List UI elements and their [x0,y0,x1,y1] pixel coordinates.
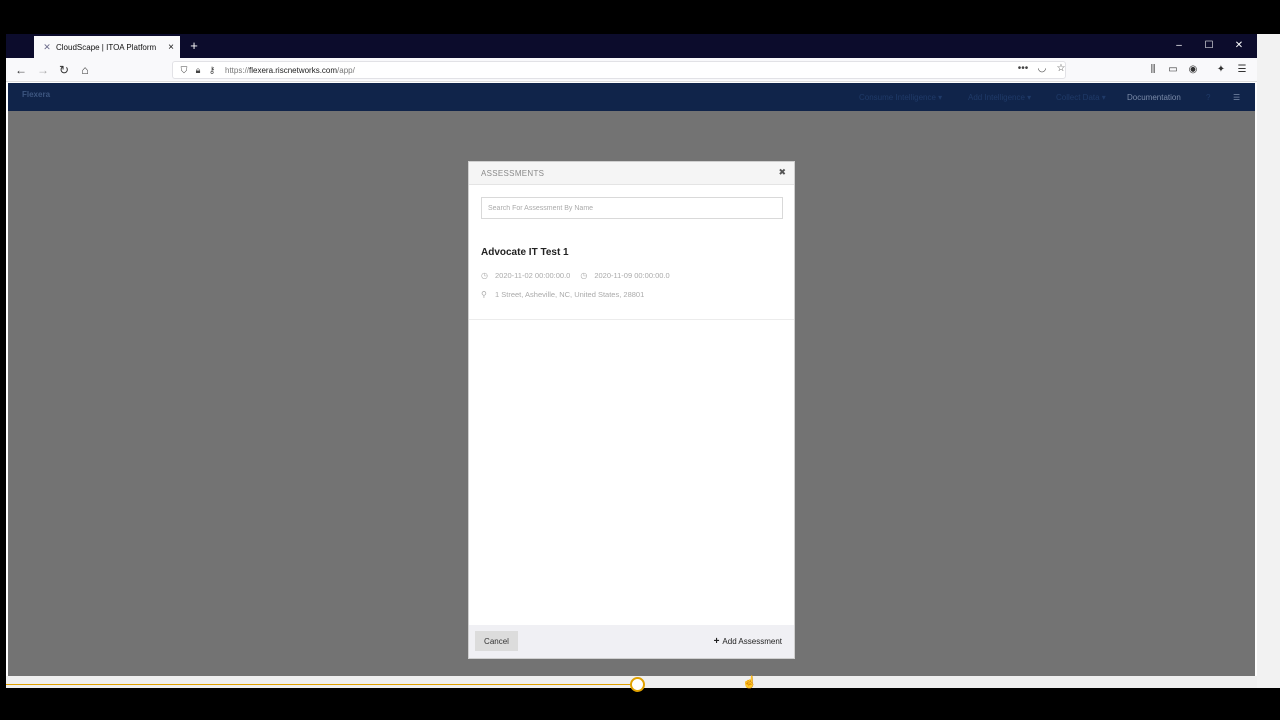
hamburger-icon[interactable]: ☰ [1233,93,1240,102]
address: 1 Street, Asheville, NC, United States, … [495,290,645,299]
video-scrubber[interactable] [630,677,645,692]
search-input[interactable] [481,197,783,219]
extensions-icon[interactable]: ✦ [1213,61,1229,79]
modal-header: ASSESSMENTS ✖ [469,162,794,185]
reload-icon[interactable]: ↻ [55,61,73,79]
clock-icon: ◷ [580,271,588,280]
clock-icon: ◷ [481,271,488,280]
url-text: https://flexera.riscnetworks.com/app/ [225,65,355,75]
url-bar[interactable]: ⛉ 🔒︎ ⚷ https://flexera.riscnetworks.com/… [172,61,1066,79]
start-date: 2020-11-02 00:00:00.0 [495,271,571,280]
assessments-modal: ASSESSMENTS ✖ Advocate IT Test 1 ◷ 2020-… [468,161,795,659]
plus-icon: + [713,635,720,647]
key-icon[interactable]: ⚷ [205,65,219,76]
back-icon[interactable]: ← [12,61,30,79]
modal-footer: Cancel + Add Assessment [469,625,794,658]
tab-cloudscape[interactable]: ✕ CloudScape | ITOA Platform × [34,36,180,58]
tab-bar: ✕ CloudScape | ITOA Platform × + – ☐ ✕ [6,34,1257,58]
screen-edge [1257,34,1280,688]
nav-consume-intelligence[interactable]: Consume Intelligence ▾ [859,93,942,102]
nav-bar: ← → ↻ ⌂ ⛉ 🔒︎ ⚷ https://flexera.riscnetwo… [6,58,1257,82]
app-header: Flexera Consume Intelligence ▾ Add Intel… [8,83,1255,111]
add-assessment-button[interactable]: + Add Assessment [714,631,782,651]
screen: ✕ CloudScape | ITOA Platform × + – ☐ ✕ ←… [0,0,1280,720]
home-icon[interactable]: ⌂ [76,61,94,79]
library-icon[interactable]: ⫼ [1145,61,1161,79]
hand-cursor-icon: ☝ [742,675,757,689]
nav-documentation[interactable]: Documentation [1127,93,1181,102]
cancel-button[interactable]: Cancel [475,631,518,651]
x-logo-icon: ✕ [43,41,51,52]
nav-add-intelligence[interactable]: Add Intelligence ▾ [968,93,1031,102]
assessment-item[interactable]: Advocate IT Test 1 ◷ 2020-11-02 00:00:00… [469,234,794,320]
menu-icon[interactable]: ☰ [1234,61,1250,79]
flexera-logo[interactable]: Flexera [22,90,50,99]
assessment-dates: ◷ 2020-11-02 00:00:00.0 ◷ 2020-11-09 00:… [481,271,670,280]
sidebar-icon[interactable]: ▭ [1165,61,1181,79]
end-date: 2020-11-09 00:00:00.0 [594,271,670,280]
modal-title: ASSESSMENTS [481,169,545,178]
lock-icon[interactable]: 🔒︎ [191,65,205,76]
pocket-icon[interactable]: ◡ [1034,63,1050,74]
forward-icon[interactable]: → [34,61,52,79]
tab-title: CloudScape | ITOA Platform [56,42,157,52]
assessment-location: ⚲ 1 Street, Asheville, NC, United States… [481,290,644,299]
help-icon[interactable]: ? [1206,93,1210,102]
close-icon[interactable]: ✖ [778,167,786,178]
bookmark-star-icon[interactable]: ☆ [1053,63,1069,74]
close-window-icon[interactable]: ✕ [1229,38,1249,54]
maximize-icon[interactable]: ☐ [1199,38,1219,54]
map-pin-icon: ⚲ [481,290,487,299]
browser-window: ✕ CloudScape | ITOA Platform × + – ☐ ✕ ←… [6,34,1257,692]
video-progress [6,684,644,685]
page-actions-icon[interactable]: ••• [1015,63,1031,74]
account-icon[interactable]: ◉ [1185,61,1201,79]
minimize-icon[interactable]: – [1169,38,1189,54]
nav-collect-data[interactable]: Collect Data ▾ [1056,93,1106,102]
shield-icon[interactable]: ⛉ [177,65,191,76]
close-tab-icon[interactable]: × [164,42,178,53]
new-tab-icon[interactable]: + [186,37,202,55]
add-assessment-label: Add Assessment [722,636,782,646]
assessment-name: Advocate IT Test 1 [481,247,569,258]
